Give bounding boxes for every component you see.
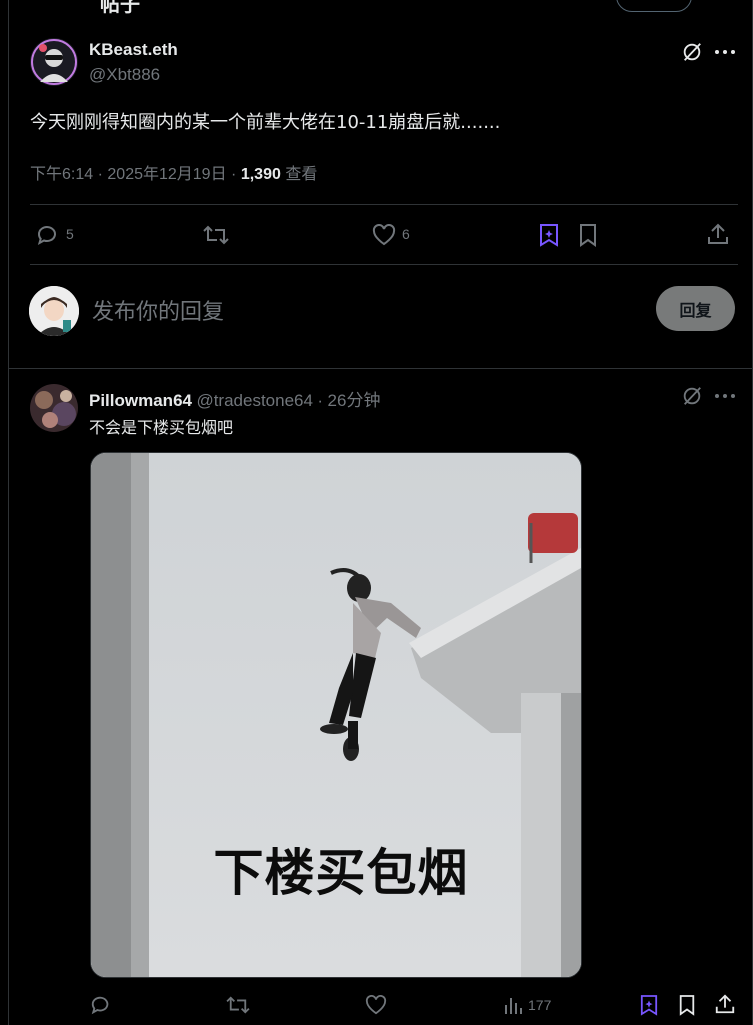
more-icon[interactable] — [712, 40, 738, 64]
grok-icon[interactable] — [680, 384, 704, 408]
author-avatar[interactable] — [30, 38, 78, 86]
share-icon[interactable] — [704, 220, 732, 248]
like-count: 6 — [402, 226, 410, 242]
divider — [30, 204, 738, 205]
grok-sparkle-icon[interactable] — [537, 222, 561, 248]
reply-author-name[interactable]: Pillowman64 — [89, 391, 192, 410]
reply-author-avatar[interactable] — [30, 384, 78, 432]
image-caption: 下楼买包烟 — [213, 844, 469, 902]
reply-text: 不会是下楼买包烟吧 — [89, 418, 234, 437]
meta-separator: · — [231, 166, 241, 183]
retweet-icon[interactable] — [202, 221, 230, 249]
like-icon[interactable] — [363, 992, 389, 1018]
header-button-partial[interactable] — [616, 0, 692, 12]
divider — [8, 368, 753, 369]
share-icon[interactable] — [712, 991, 738, 1017]
reply-icon[interactable] — [34, 221, 62, 249]
post-views-label: 查看 — [285, 166, 318, 183]
bookmark-icon[interactable] — [676, 992, 698, 1018]
like-icon[interactable] — [370, 221, 398, 249]
grok-sparkle-icon[interactable] — [638, 992, 660, 1018]
grok-icon[interactable] — [680, 40, 704, 64]
post-meta: 下午6:14 · 2025年12月19日 · 1,390 查看 — [30, 160, 317, 184]
reply-image[interactable]: 下楼买包烟 — [90, 452, 582, 978]
reply-author-line: Pillowman64 @tradestone64 · 26分钟 — [89, 386, 380, 411]
reply-count: 5 — [66, 226, 74, 242]
column-left-border — [8, 0, 9, 1025]
post-date[interactable]: 2025年12月19日 — [107, 166, 226, 183]
post-text: 今天刚刚得知圈内的某一个前辈大佬在10-11崩盘后就....... — [30, 112, 501, 133]
reply-icon[interactable] — [88, 992, 114, 1018]
views-count: 177 — [528, 997, 552, 1013]
header-title-partial: 帖子 — [100, 0, 140, 16]
divider — [30, 264, 738, 265]
reply-input[interactable]: 发布你的回复 — [92, 294, 224, 326]
user-avatar[interactable] — [29, 286, 79, 336]
meta-separator: · — [317, 391, 324, 410]
reply-author-handle[interactable]: @tradestone64 — [196, 391, 313, 410]
reply-button[interactable]: 回复 — [656, 286, 735, 331]
retweet-icon[interactable] — [225, 992, 251, 1018]
author-handle[interactable]: @Xbt886 — [89, 65, 160, 85]
views-icon[interactable] — [502, 992, 524, 1018]
author-name[interactable]: KBeast.eth — [89, 40, 178, 60]
more-icon[interactable] — [712, 384, 738, 408]
post-time[interactable]: 下午6:14 — [30, 166, 93, 183]
meta-separator: · — [97, 166, 108, 183]
reply-time[interactable]: 26分钟 — [328, 391, 381, 410]
bookmark-icon[interactable] — [576, 221, 600, 249]
post-views-count: 1,390 — [240, 166, 281, 183]
